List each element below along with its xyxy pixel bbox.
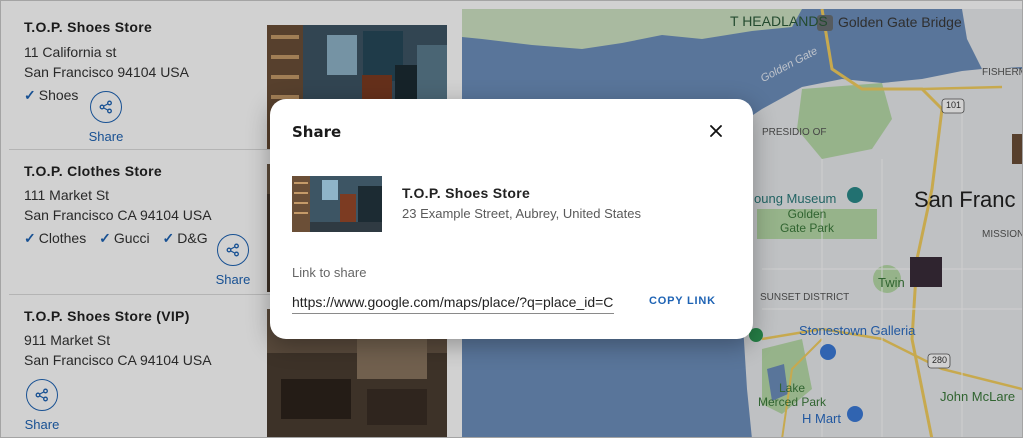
link-label: Link to share (292, 265, 367, 280)
close-icon[interactable] (704, 119, 728, 143)
share-dialog: Share T.O.P. Shoes Store 23 Example Stre… (270, 99, 753, 339)
copy-link-button[interactable]: COPY LINK (649, 295, 716, 307)
dialog-store-address: 23 Example Street, Aubrey, United States (402, 206, 641, 221)
dialog-title: Share (292, 123, 342, 141)
dialog-store-name: T.O.P. Shoes Store (402, 185, 531, 201)
store-thumbnail (292, 176, 382, 232)
share-link-input[interactable] (292, 291, 614, 314)
